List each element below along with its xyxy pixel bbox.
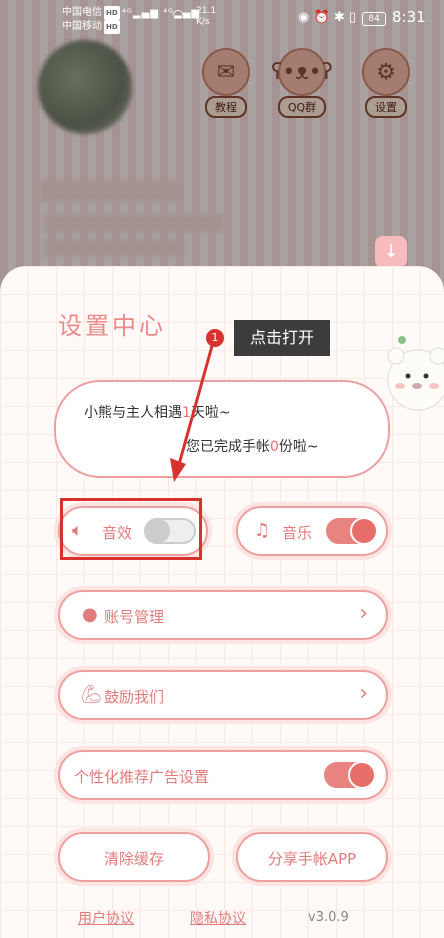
carrier-2: 中国移动	[62, 21, 102, 32]
clear-cache-label: 清除缓存	[103, 850, 164, 868]
person-icon: ●	[82, 604, 98, 625]
personalized-ads-row[interactable]: 个性化推荐广告设置	[58, 750, 388, 800]
share-label: 分享手帐APP	[267, 850, 357, 868]
battery-icon: 84	[362, 12, 386, 26]
ads-toggle[interactable]	[324, 761, 376, 789]
annotation-arrow	[170, 345, 214, 482]
eye-icon: ◉	[298, 10, 310, 25]
collapse-arrow-button[interactable]: ↓	[375, 236, 407, 268]
system-icons: ◉ ⏰ ✱ ▯	[298, 10, 356, 25]
signal-icon: ⁴ᴳ▂▄▆ ⁴ᴳ▂▄▆	[122, 8, 201, 19]
chevron-right-icon: ›	[359, 601, 368, 626]
hd-badge: HD	[104, 6, 120, 20]
panel-title: 设置中心	[58, 312, 166, 340]
account-label: 账号管理	[104, 608, 165, 626]
privacy-policy-link[interactable]: 隐私协议	[190, 908, 246, 928]
hd-badge: HD	[104, 20, 120, 34]
account-management-row[interactable]: ● 账号管理 ›	[58, 590, 388, 640]
music-label: 音乐	[282, 524, 313, 542]
net-speed: 21.1 K/s	[196, 6, 217, 27]
bluetooth-icon: ✱	[333, 10, 345, 25]
carrier-1: 中国电信	[62, 7, 102, 18]
chevron-right-icon: ›	[359, 681, 368, 706]
tap-to-open-callout: 点击打开	[234, 320, 330, 356]
music-toggle[interactable]	[326, 517, 378, 545]
version-label: v3.0.9	[308, 910, 349, 925]
step-badge: 1	[206, 329, 224, 347]
user-agreement-link[interactable]: 用户协议	[78, 908, 134, 928]
wifi-icon: ◠	[172, 7, 185, 23]
muscle-icon: 💪︎	[80, 684, 103, 705]
vibrate-icon: ▯	[348, 10, 357, 25]
encourage-us-row[interactable]: 💪︎ 鼓励我们 ›	[58, 670, 388, 720]
carrier-info: 中国电信 HD 中国移动 HD	[62, 6, 120, 34]
share-app-button[interactable]: 分享手帐APP	[236, 832, 388, 882]
alarm-icon: ⏰	[313, 10, 330, 25]
status-bar: 中国电信 HD 中国移动 HD ⁴ᴳ▂▄▆ ⁴ᴳ▂▄▆ ◠ 21.1 K/s ◉ ⏰ …	[0, 0, 444, 40]
clear-cache-button[interactable]: 清除缓存	[58, 832, 210, 882]
clock: 8:31	[392, 8, 426, 26]
music-note-icon: ♫	[254, 520, 271, 541]
ads-label: 个性化推荐广告设置	[74, 768, 210, 786]
bear-mascot-icon	[387, 336, 444, 411]
encourage-label: 鼓励我们	[104, 688, 165, 706]
highlight-box	[60, 498, 202, 560]
music-setting[interactable]: ♫ 音乐	[236, 506, 388, 556]
